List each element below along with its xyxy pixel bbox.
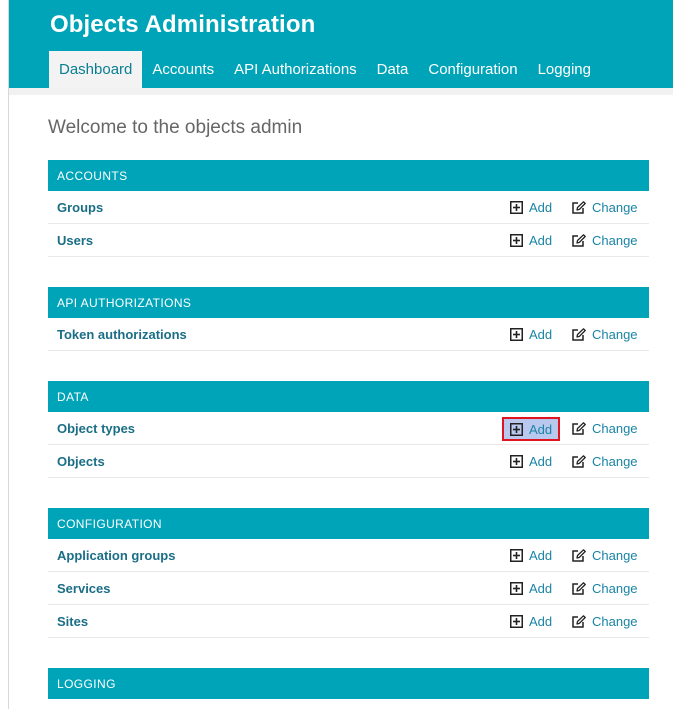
module-data: DATA Object types Add Change Objects Add… bbox=[48, 381, 649, 478]
add-icon bbox=[510, 454, 526, 468]
model-link-users[interactable]: Users bbox=[57, 233, 93, 248]
change-link[interactable]: Change bbox=[572, 327, 638, 342]
add-label: Add bbox=[529, 613, 553, 629]
model-row: Object types Add Change bbox=[48, 412, 649, 445]
add-icon bbox=[510, 200, 526, 214]
add-label: Add bbox=[529, 421, 553, 437]
change-label: Change bbox=[592, 420, 638, 436]
change-label: Change bbox=[592, 547, 638, 563]
change-link[interactable]: Change bbox=[572, 548, 638, 563]
edit-icon bbox=[572, 581, 589, 595]
edit-icon bbox=[572, 421, 589, 435]
change-link[interactable]: Change bbox=[572, 421, 638, 436]
add-link[interactable]: Add bbox=[510, 200, 552, 215]
model-link-sites[interactable]: Sites bbox=[57, 614, 88, 629]
add-link[interactable]: Add bbox=[510, 327, 552, 342]
module-header-accounts: ACCOUNTS bbox=[48, 160, 649, 191]
add-label: Add bbox=[529, 232, 553, 248]
add-link[interactable]: Add bbox=[510, 233, 552, 248]
add-label: Add bbox=[529, 547, 553, 563]
model-row: Groups Add Change bbox=[48, 191, 649, 224]
change-link[interactable]: Change bbox=[572, 200, 638, 215]
add-label: Add bbox=[529, 453, 553, 469]
nav-tab-data[interactable]: Data bbox=[367, 51, 419, 88]
module-api-authorizations: API AUTHORIZATIONS Token authorizations … bbox=[48, 287, 649, 351]
nav-tab-dashboard[interactable]: Dashboard bbox=[49, 51, 143, 88]
model-link-application-groups[interactable]: Application groups bbox=[57, 548, 175, 563]
model-row: Sites Add Change bbox=[48, 605, 649, 638]
add-icon bbox=[510, 548, 526, 562]
module-header-api-authorizations: API AUTHORIZATIONS bbox=[48, 287, 649, 318]
add-label: Add bbox=[529, 199, 553, 215]
add-icon bbox=[510, 422, 526, 436]
model-row: Users Add Change bbox=[48, 224, 649, 257]
edit-icon bbox=[572, 614, 589, 628]
module-header-logging: LOGGING bbox=[48, 668, 649, 699]
add-icon bbox=[510, 233, 526, 247]
nav-tab-configuration[interactable]: Configuration bbox=[418, 51, 527, 88]
main-nav: Dashboard Accounts API Authorizations Da… bbox=[49, 51, 601, 88]
edit-icon bbox=[572, 200, 589, 214]
change-label: Change bbox=[592, 453, 638, 469]
add-link[interactable]: Add bbox=[510, 614, 552, 629]
change-label: Change bbox=[592, 580, 638, 596]
add-icon bbox=[510, 327, 526, 341]
change-label: Change bbox=[592, 232, 638, 248]
module-header-configuration: CONFIGURATION bbox=[48, 508, 649, 539]
site-header: Objects Administration Dashboard Account… bbox=[9, 0, 673, 88]
change-link[interactable]: Change bbox=[572, 233, 638, 248]
module-logging: LOGGING bbox=[48, 668, 649, 699]
model-link-groups[interactable]: Groups bbox=[57, 200, 103, 215]
model-link-object-types[interactable]: Object types bbox=[57, 421, 135, 436]
add-link[interactable]: Add bbox=[510, 548, 552, 563]
add-link[interactable]: Add bbox=[510, 454, 552, 469]
site-title[interactable]: Objects Administration bbox=[50, 11, 315, 39]
change-link[interactable]: Change bbox=[572, 581, 638, 596]
module-accounts: ACCOUNTS Groups Add Change Users Add Cha… bbox=[48, 160, 649, 257]
page-title: Welcome to the objects admin bbox=[48, 117, 303, 138]
change-label: Change bbox=[592, 199, 638, 215]
change-link[interactable]: Change bbox=[572, 614, 638, 629]
add-icon bbox=[510, 581, 526, 595]
model-row: Services Add Change bbox=[48, 572, 649, 605]
add-label: Add bbox=[529, 326, 553, 342]
change-label: Change bbox=[592, 326, 638, 342]
module-header-data: DATA bbox=[48, 381, 649, 412]
model-row: Token authorizations Add Change bbox=[48, 318, 649, 351]
add-link-highlighted[interactable]: Add bbox=[502, 417, 561, 441]
model-row: Objects Add Change bbox=[48, 445, 649, 478]
add-icon bbox=[510, 614, 526, 628]
nav-tab-accounts[interactable]: Accounts bbox=[142, 51, 224, 88]
change-label: Change bbox=[592, 613, 638, 629]
edit-icon bbox=[572, 233, 589, 247]
edit-icon bbox=[572, 454, 589, 468]
module-configuration: CONFIGURATION Application groups Add Cha… bbox=[48, 508, 649, 638]
edit-icon bbox=[572, 548, 589, 562]
model-row: Application groups Add Change bbox=[48, 539, 649, 572]
add-link[interactable]: Add bbox=[510, 581, 552, 596]
change-link[interactable]: Change bbox=[572, 454, 638, 469]
nav-tab-api-authorizations[interactable]: API Authorizations bbox=[224, 51, 367, 88]
nav-tab-logging[interactable]: Logging bbox=[528, 51, 601, 88]
model-link-objects[interactable]: Objects bbox=[57, 454, 105, 469]
model-link-services[interactable]: Services bbox=[57, 581, 111, 596]
edit-icon bbox=[572, 327, 589, 341]
model-link-token-authorizations[interactable]: Token authorizations bbox=[57, 327, 187, 342]
header-subbar bbox=[9, 88, 673, 95]
add-label: Add bbox=[529, 580, 553, 596]
